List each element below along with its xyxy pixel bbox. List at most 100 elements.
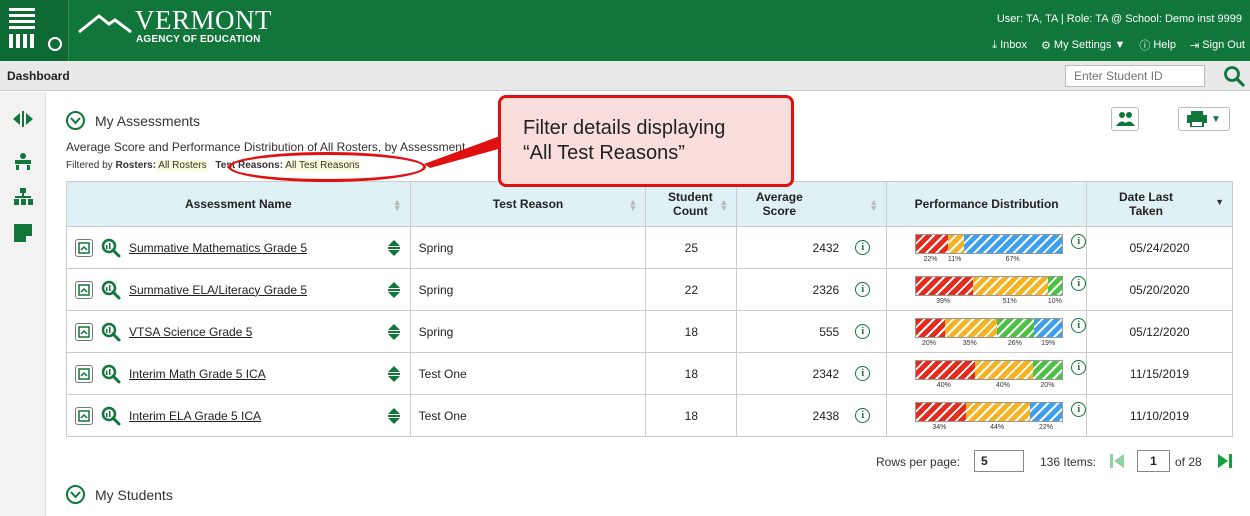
rows-per-page-input[interactable]: 5 — [974, 450, 1024, 472]
my-students-toggle[interactable]: My Students — [66, 485, 173, 504]
col-student-count[interactable]: Student Count ▲ ▼ — [645, 181, 738, 227]
distribution-label: 22% — [923, 255, 938, 263]
distribution-label: 10% — [1047, 297, 1062, 305]
performance-bar — [915, 359, 1064, 380]
report-icon[interactable] — [75, 238, 93, 257]
col-assessment-name[interactable]: Assessment Name ▲ ▼ — [66, 181, 411, 227]
distribution-segment — [1030, 402, 1063, 421]
reorder-icon[interactable] — [387, 323, 400, 343]
magnify-icon[interactable] — [101, 406, 121, 426]
distribution-segment — [1047, 276, 1063, 295]
assessment-link[interactable]: Interim ELA Grade 5 ICA — [129, 409, 261, 423]
reorder-icon[interactable] — [387, 239, 400, 259]
magnify-icon[interactable] — [101, 238, 121, 258]
collapse-sidebar-icon[interactable] — [12, 108, 34, 130]
help-icon: ⓘ — [1139, 40, 1151, 52]
distribution-label: 11% — [947, 255, 962, 263]
reorder-icon[interactable] — [387, 365, 400, 385]
inbox-link[interactable]: ⤓ Inbox — [992, 39, 1027, 52]
performance-bar — [915, 317, 1064, 338]
app-logo-icon[interactable] — [0, 0, 69, 61]
reorder-icon[interactable] — [387, 281, 400, 301]
table-row: Summative ELA/Literacy Grade 5 Spring 22… — [66, 268, 1233, 311]
my-assessments-toggle[interactable]: My Assessments — [66, 111, 200, 130]
distribution-segment — [945, 318, 997, 337]
agency-subtitle: AGENCY OF EDUCATION — [136, 34, 261, 45]
distribution-segment — [916, 360, 975, 379]
assessment-link[interactable]: Interim Math Grade 5 ICA — [129, 367, 266, 381]
distribution-label: 20% — [922, 339, 937, 347]
hierarchy-icon[interactable] — [12, 186, 34, 208]
info-icon[interactable]: i — [1071, 359, 1087, 375]
info-icon[interactable]: i — [855, 282, 871, 297]
student-count-cell: 18 — [645, 310, 738, 353]
sort-icon: ▲ ▼ — [392, 197, 402, 213]
student-id-input[interactable] — [1065, 65, 1205, 87]
reorder-icon[interactable] — [387, 407, 400, 427]
distribution-label: 34% — [932, 423, 947, 431]
caret-down-icon: ▼ — [1211, 113, 1221, 125]
sidebar — [0, 92, 46, 516]
print-menu-button[interactable]: ▼ — [1178, 107, 1230, 131]
distribution-segment — [973, 276, 1048, 295]
search-icon[interactable] — [1222, 64, 1246, 88]
table-row: Summative Mathematics Grade 5 Spring 25 … — [66, 226, 1233, 269]
distribution-label: 35% — [962, 339, 977, 347]
app-header: VERMONT AGENCY OF EDUCATION User: TA, TA… — [0, 0, 1250, 61]
date-cell: 05/12/2020 — [1086, 310, 1233, 353]
col-average-score[interactable]: Average Score ▲ ▼ — [736, 181, 888, 227]
page-title: Dashboard — [7, 69, 70, 83]
assessment-link[interactable]: Summative ELA/Literacy Grade 5 — [129, 283, 307, 297]
classroom-icon[interactable] — [12, 150, 34, 172]
info-icon[interactable]: i — [855, 408, 871, 423]
assessment-link[interactable]: Summative Mathematics Grade 5 — [129, 241, 307, 255]
distribution-label: 51% — [1002, 297, 1017, 305]
info-icon[interactable]: i — [855, 240, 871, 255]
my-settings-link[interactable]: ⚙ My Settings ▼ — [1041, 39, 1125, 52]
col-performance-distribution: Performance Distribution — [886, 181, 1088, 227]
magnify-icon[interactable] — [101, 322, 121, 342]
page-number-input[interactable]: 1 — [1137, 450, 1170, 472]
info-icon[interactable]: i — [1071, 275, 1087, 291]
performance-bar — [915, 401, 1064, 422]
section-title-students: My Students — [95, 486, 173, 503]
distribution-label: 40% — [936, 381, 951, 389]
info-icon[interactable]: i — [1071, 317, 1087, 333]
note-icon[interactable] — [12, 222, 34, 244]
report-icon[interactable] — [75, 406, 93, 425]
sign-out-link[interactable]: ⇥ Sign Out — [1190, 39, 1245, 52]
page-total: of 28 — [1175, 455, 1202, 469]
roster-view-button[interactable] — [1111, 107, 1139, 131]
user-info: User: TA, TA | Role: TA @ School: Demo i… — [996, 13, 1242, 25]
col-test-reason[interactable]: Test Reason ▲ ▼ — [409, 181, 647, 227]
info-icon[interactable]: i — [1071, 233, 1087, 249]
average-score-value: 2432 — [812, 240, 840, 255]
info-icon[interactable]: i — [855, 366, 871, 381]
table-row: VTSA Science Grade 5 Spring 18 555 i 20%… — [66, 310, 1233, 353]
distribution-segment — [996, 318, 1035, 337]
distribution-segment — [1034, 318, 1063, 337]
average-score-value: 2438 — [812, 408, 840, 423]
magnify-icon[interactable] — [101, 280, 121, 300]
previous-page-icon[interactable] — [1108, 452, 1126, 470]
info-icon[interactable]: i — [1071, 401, 1087, 417]
info-icon[interactable]: i — [855, 324, 871, 339]
date-cell: 05/20/2020 — [1086, 268, 1233, 311]
sort-icon: ▲ ▼ — [628, 197, 638, 213]
distribution-label: 39% — [936, 297, 951, 305]
next-page-icon[interactable] — [1216, 452, 1234, 470]
distribution-segment — [948, 234, 965, 253]
test-reason-cell: Test One — [409, 352, 647, 395]
assessment-link[interactable]: VTSA Science Grade 5 — [129, 325, 252, 339]
distribution-segment — [916, 402, 966, 421]
distribution-segment — [974, 360, 1033, 379]
distribution-segment — [916, 276, 974, 295]
report-icon[interactable] — [75, 322, 93, 341]
magnify-icon[interactable] — [101, 364, 121, 384]
report-icon[interactable] — [75, 280, 93, 299]
student-count-cell: 18 — [645, 352, 738, 395]
performance-bar — [915, 275, 1064, 296]
report-icon[interactable] — [75, 364, 93, 383]
col-date-last-taken[interactable]: Date Last Taken ▼ — [1086, 181, 1233, 227]
help-link[interactable]: ⓘ Help — [1139, 37, 1176, 53]
